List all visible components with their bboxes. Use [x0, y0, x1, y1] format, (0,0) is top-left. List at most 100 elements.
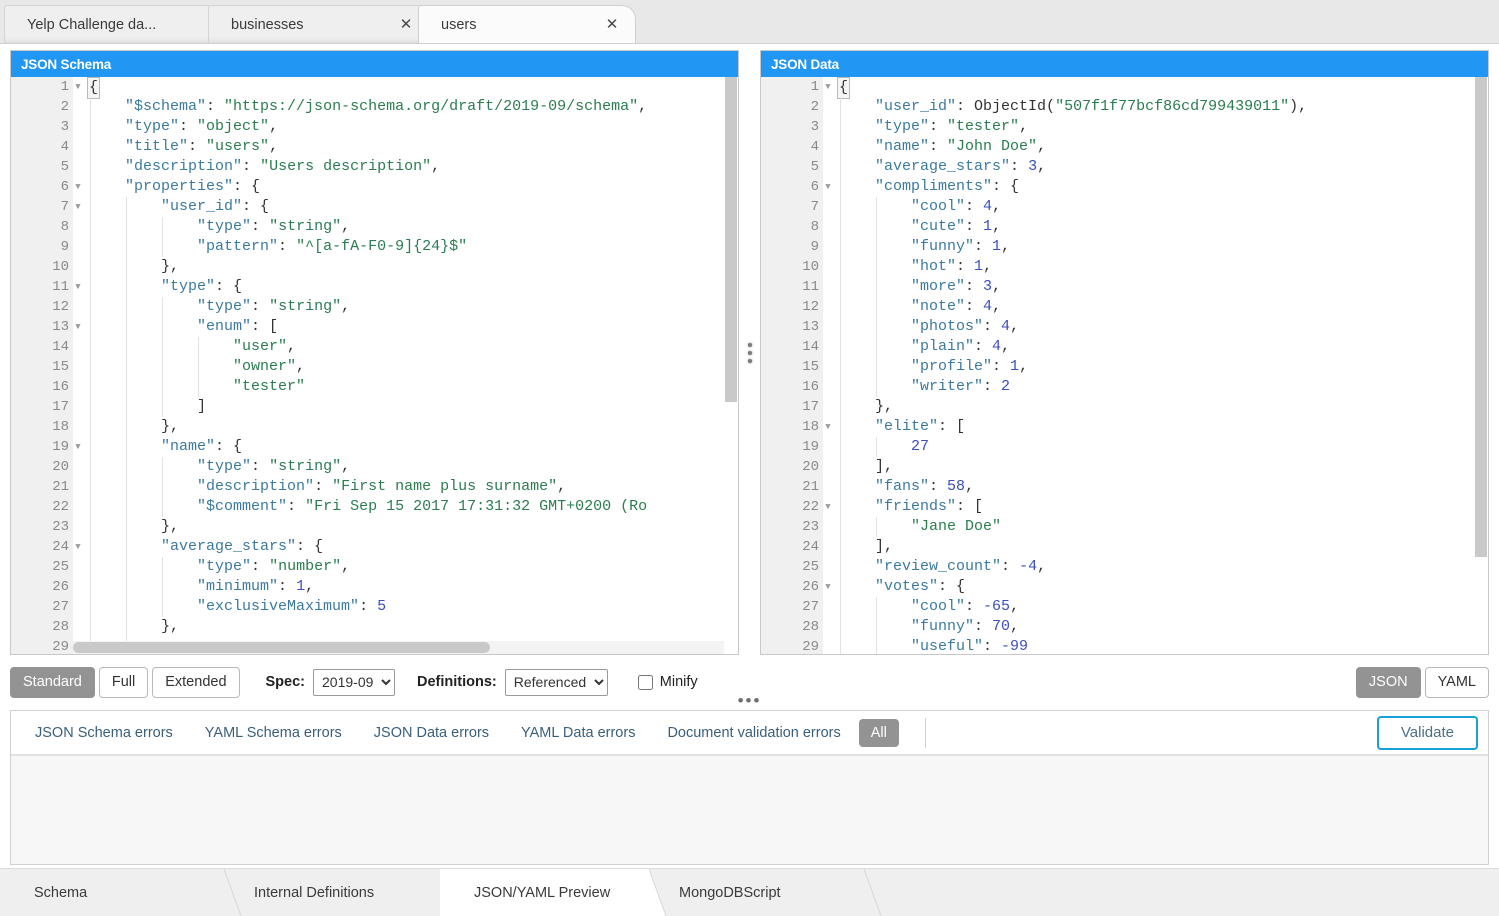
- indent-guide: [126, 337, 127, 357]
- indent-guide: [162, 297, 163, 317]
- code-line: 28 "funny": 70,: [761, 617, 1488, 637]
- line-number: 9: [761, 237, 823, 257]
- indent-guide: [840, 157, 841, 177]
- line-number: 21: [761, 477, 823, 497]
- json-schema-editor[interactable]: 1▼{2 "$schema": "https://json-schema.org…: [11, 77, 738, 654]
- code-token-str: "Jane Doe": [911, 518, 1001, 535]
- code-token-punct: :: [278, 238, 296, 255]
- scrollbar-thumb[interactable]: [725, 77, 737, 402]
- indent-guide: [90, 97, 91, 117]
- code-token-key: "cool": [911, 198, 965, 215]
- view-tab-bar: Schema Internal Definitions JSON/YAML Pr…: [0, 868, 1499, 916]
- code-text: "funny": 70,: [823, 617, 1488, 637]
- scrollbar-thumb[interactable]: [73, 642, 490, 653]
- code-line: 17 },: [761, 397, 1488, 417]
- line-number: 6▼: [11, 177, 73, 197]
- indent-guide: [876, 217, 877, 237]
- code-token-punct: : {: [296, 538, 323, 555]
- code-token-punct: ,: [341, 458, 350, 475]
- line-number: 15: [761, 357, 823, 377]
- code-line: 10 },: [11, 257, 738, 277]
- line-number: 19▼: [11, 437, 73, 457]
- code-text: "note": 4,: [823, 297, 1488, 317]
- code-token-key: "useful": [911, 638, 983, 654]
- indent-guide: [126, 557, 127, 577]
- format-button-json[interactable]: JSON: [1356, 667, 1421, 698]
- json-schema-code-scroll[interactable]: 1▼{2 "$schema": "https://json-schema.org…: [11, 77, 738, 654]
- code-token-punct: : {: [233, 178, 260, 195]
- indent-guide: [840, 117, 841, 137]
- code-text: "owner",: [73, 357, 738, 377]
- code-text: "funny": 1,: [823, 237, 1488, 257]
- indent-guide: [840, 617, 841, 637]
- definitions-select[interactable]: Referenced: [505, 669, 608, 696]
- code-token-punct: ,: [1037, 138, 1046, 155]
- mode-button-extended[interactable]: Extended: [152, 667, 239, 698]
- close-icon[interactable]: ✕: [603, 16, 621, 34]
- errors-tab-json-schema[interactable]: JSON Schema errors: [35, 725, 173, 741]
- view-tab-label: MongoDBScript: [679, 885, 781, 901]
- indent-guide: [876, 597, 877, 617]
- json-schema-vertical-scrollbar[interactable]: [724, 77, 738, 654]
- indent-guide: [840, 257, 841, 277]
- code-token-punct: ,: [431, 158, 440, 175]
- json-data-editor[interactable]: 1▼{2 "user_id": ObjectId("507f1f77bcf86c…: [761, 77, 1488, 654]
- view-tab-schema[interactable]: Schema: [0, 869, 220, 916]
- errors-tab-bar: JSON Schema errors YAML Schema errors JS…: [11, 711, 1488, 755]
- document-tab-users[interactable]: users ✕: [418, 5, 636, 43]
- errors-filter-all[interactable]: All: [859, 719, 899, 747]
- code-token-punct: : [: [938, 418, 965, 435]
- indent-guide: [840, 477, 841, 497]
- errors-tab-document-validation[interactable]: Document validation errors: [667, 725, 840, 741]
- minify-checkbox[interactable]: [638, 675, 653, 690]
- code-token-punct: :: [965, 218, 983, 235]
- errors-tab-yaml-schema[interactable]: YAML Schema errors: [205, 725, 342, 741]
- code-token-punct: :: [965, 198, 983, 215]
- code-text: {: [823, 77, 1488, 99]
- code-line: 16 "tester": [11, 377, 738, 397]
- line-number: 1▼: [761, 77, 823, 97]
- code-token-punct: ,: [992, 278, 1001, 295]
- mode-button-standard[interactable]: Standard: [10, 667, 95, 698]
- code-token-punct: ,: [1001, 338, 1010, 355]
- view-tab-internal-definitions[interactable]: Internal Definitions: [220, 869, 440, 916]
- format-button-yaml[interactable]: YAML: [1425, 667, 1489, 698]
- minify-checkbox-wrapper[interactable]: Minify: [634, 672, 698, 693]
- json-schema-panel: JSON Schema 1▼{2 "$schema": "https://jso…: [10, 50, 739, 655]
- code-text: "profile": 1,: [823, 357, 1488, 377]
- panel-splitter[interactable]: [739, 50, 760, 655]
- code-text: "exclusiveMaximum": 5: [73, 597, 738, 617]
- view-tab-mongodbscript[interactable]: MongoDBScript: [645, 869, 860, 916]
- errors-tab-yaml-data[interactable]: YAML Data errors: [521, 725, 635, 741]
- code-token-str: "Users description": [260, 158, 431, 175]
- json-schema-code[interactable]: 1▼{2 "$schema": "https://json-schema.org…: [11, 77, 738, 654]
- mode-button-full[interactable]: Full: [99, 667, 148, 698]
- errors-panel-drag-handle[interactable]: •••: [0, 695, 1499, 707]
- validate-button[interactable]: Validate: [1377, 716, 1478, 750]
- scrollbar-thumb[interactable]: [1475, 77, 1487, 557]
- close-icon[interactable]: ✕: [397, 16, 415, 34]
- json-data-vertical-scrollbar[interactable]: [1474, 77, 1488, 654]
- code-token-num: -65: [983, 598, 1010, 615]
- code-token-key: "title": [125, 138, 188, 155]
- code-line: 21 "description": "First name plus surna…: [11, 477, 738, 497]
- code-text: "$comment": "Fri Sep 15 2017 17:31:32 GM…: [73, 497, 738, 517]
- code-token-key: "type": [197, 558, 251, 575]
- indent-guide: [876, 197, 877, 217]
- code-line: 12 "note": 4,: [761, 297, 1488, 317]
- json-schema-horizontal-scrollbar[interactable]: [73, 641, 724, 654]
- indent-guide: [126, 537, 127, 557]
- code-line: 23 "Jane Doe": [761, 517, 1488, 537]
- code-line: 16 "writer": 2: [761, 377, 1488, 397]
- view-tab-json-yaml-preview[interactable]: JSON/YAML Preview: [440, 869, 645, 916]
- document-tab-businesses[interactable]: businesses ✕: [208, 5, 430, 43]
- json-data-code-scroll[interactable]: 1▼{2 "user_id": ObjectId("507f1f77bcf86c…: [761, 77, 1488, 654]
- line-number: 13: [761, 317, 823, 337]
- errors-tab-json-data[interactable]: JSON Data errors: [374, 725, 489, 741]
- indent-guide: [126, 317, 127, 337]
- mode-button-group: Standard Full Extended: [10, 667, 244, 698]
- document-tab-yelp-challenge[interactable]: Yelp Challenge da...: [4, 5, 220, 43]
- line-number: 11: [761, 277, 823, 297]
- spec-select[interactable]: 2019-09: [313, 669, 395, 696]
- json-data-code[interactable]: 1▼{2 "user_id": ObjectId("507f1f77bcf86c…: [761, 77, 1488, 654]
